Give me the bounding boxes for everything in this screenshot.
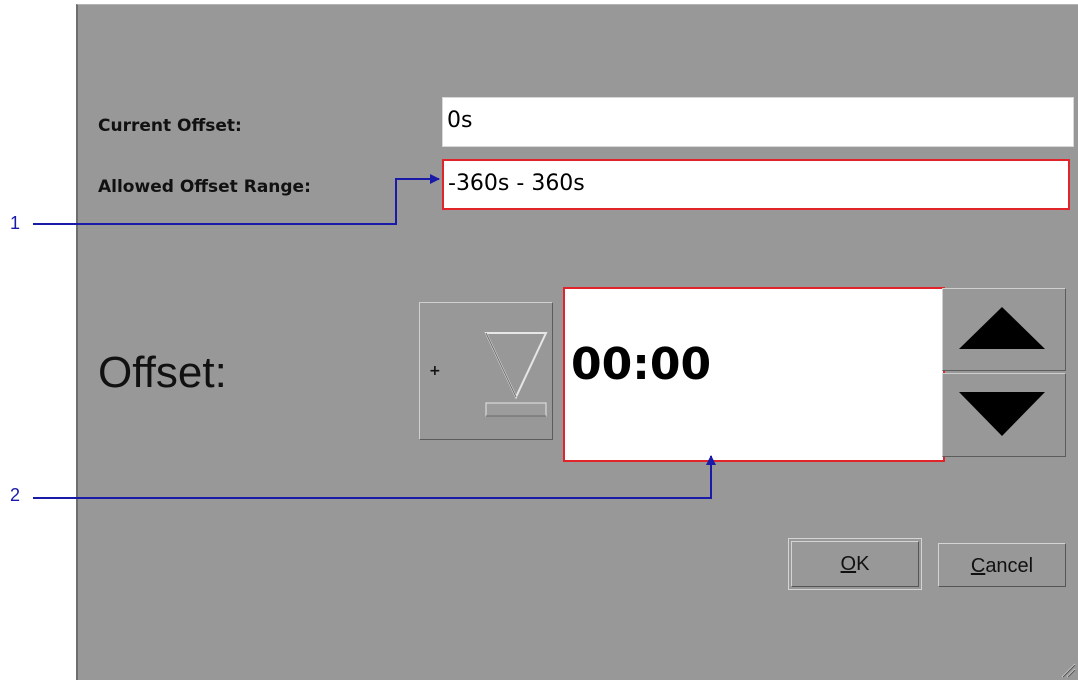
callout-lines [33,174,716,499]
screenshot-stage: Current Offset: 0s Allowed Offset Range:… [0,0,1078,680]
callout-line-2 [33,455,716,499]
callout-line-1 [33,174,440,225]
